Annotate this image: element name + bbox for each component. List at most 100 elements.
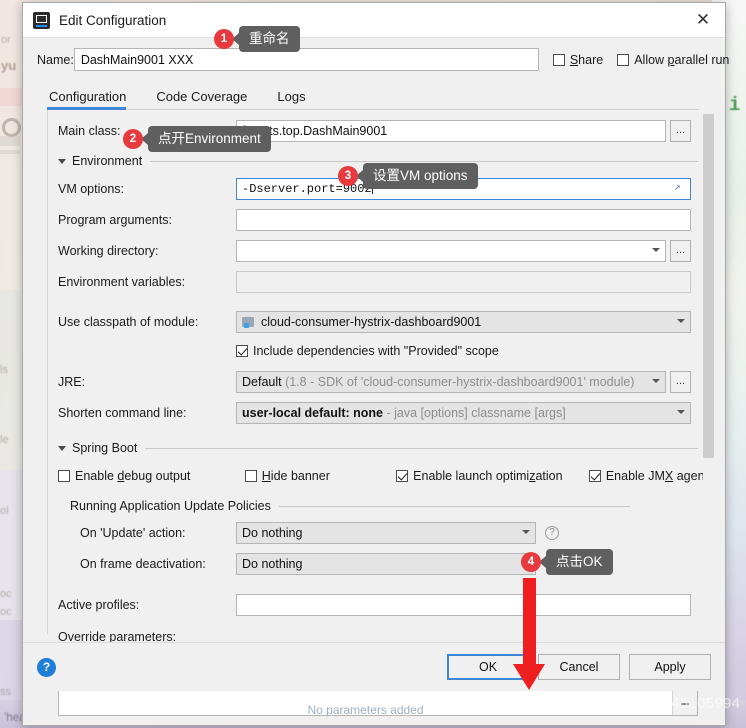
main-class-browse-button[interactable]: ... xyxy=(670,119,691,142)
allow-parallel-run-checkbox[interactable]: Allow parallel run xyxy=(617,53,729,67)
module-icon xyxy=(242,316,255,328)
chevron-down-icon xyxy=(677,409,685,414)
jre-combo[interactable]: Default (1.8 - SDK of 'cloud-consumer-hy… xyxy=(236,370,666,393)
annotation-number: 1 xyxy=(214,29,234,49)
annotation-number: 2 xyxy=(123,129,143,149)
include-dependencies-checkbox[interactable]: Include dependencies with "Provided" sco… xyxy=(236,344,499,358)
scrollbar-thumb[interactable] xyxy=(703,114,714,458)
backdrop-tab xyxy=(0,88,22,106)
ghost-text: ol xyxy=(0,505,9,517)
ghost-text: yu xyxy=(1,58,17,73)
apply-button[interactable]: Apply xyxy=(629,654,711,680)
enable-launch-optimization-label: Enable launch optimization xyxy=(413,468,563,483)
expand-icon[interactable]: ↗ xyxy=(674,182,686,195)
hide-banner-checkbox[interactable]: Hide banner xyxy=(244,469,396,483)
active-profiles-input[interactable] xyxy=(236,593,691,616)
program-arguments-input[interactable] xyxy=(236,208,691,231)
checkbox-box xyxy=(552,53,565,66)
annotation-number: 3 xyxy=(338,166,358,186)
on-frame-deactivation-label: On frame deactivation: xyxy=(80,556,206,571)
cancel-button[interactable]: Cancel xyxy=(538,654,620,680)
use-classpath-label: Use classpath of module: xyxy=(58,314,199,329)
on-frame-deactivation-combo[interactable]: Do nothing xyxy=(236,552,536,575)
backdrop-chip xyxy=(0,136,20,146)
working-directory-combo[interactable] xyxy=(236,239,666,262)
help-icon[interactable]: ? xyxy=(37,657,56,677)
chevron-down-icon[interactable] xyxy=(58,445,66,451)
chevron-down-icon[interactable] xyxy=(58,158,66,164)
ghost-text: oc xyxy=(0,606,12,618)
spring-boot-section-label: Spring Boot xyxy=(72,441,138,455)
section-divider xyxy=(145,447,698,449)
jre-browse-button[interactable]: ... xyxy=(670,370,691,393)
tab-code-coverage[interactable]: Code Coverage xyxy=(154,89,261,109)
vm-options-label: VM options: xyxy=(58,181,125,196)
backdrop-chip xyxy=(0,150,20,154)
gear-icon xyxy=(2,118,21,137)
include-dependencies-label: Include dependencies with "Provided" sco… xyxy=(253,343,499,358)
checkbox-box xyxy=(588,469,601,482)
use-classpath-row: Use classpath of module: cloud-consumer-… xyxy=(58,310,708,333)
ghost-text: le xyxy=(0,434,9,446)
section-divider xyxy=(278,505,630,507)
help-icon[interactable]: ? xyxy=(545,525,559,540)
enable-launch-optimization-checkbox[interactable]: Enable launch optimization xyxy=(396,469,589,483)
shorten-command-line-value: user-local default: none xyxy=(242,405,383,420)
panel-scrollbar[interactable] xyxy=(703,114,714,630)
use-classpath-combo[interactable]: cloud-consumer-hystrix-dashboard9001 xyxy=(236,310,691,333)
jre-hint: (1.8 - SDK of 'cloud-consumer-hystrix-da… xyxy=(285,374,635,389)
shorten-command-line-row: Shorten command line: user-local default… xyxy=(58,401,708,424)
ghost-text: i xyxy=(729,94,741,116)
ghost-text: ls xyxy=(0,364,8,376)
annotation-callout-4: 4 点击OK xyxy=(521,549,613,575)
environment-variables-label: Environment variables: xyxy=(58,274,186,289)
jre-value: Default xyxy=(242,374,282,389)
on-update-action-value: Do nothing xyxy=(242,525,303,540)
share-checkbox[interactable]: Share xyxy=(552,52,604,67)
edit-configuration-dialog: Edit Configuration ✕ Name: DashMain9001 … xyxy=(22,2,729,726)
spring-boot-section-header[interactable]: Spring Boot xyxy=(58,441,698,455)
checkbox-box xyxy=(244,469,257,482)
jre-row: JRE: Default (1.8 - SDK of 'cloud-consum… xyxy=(58,370,708,393)
annotation-text: 点击OK xyxy=(546,549,613,575)
chevron-down-icon xyxy=(677,318,685,323)
chevron-down-icon xyxy=(652,378,660,383)
ghost-text: ss xyxy=(0,686,11,698)
close-icon[interactable]: ✕ xyxy=(681,3,725,37)
arrow-head xyxy=(513,664,545,690)
on-update-action-label: On 'Update' action: xyxy=(80,525,186,540)
on-update-action-combo[interactable]: Do nothing xyxy=(236,521,536,544)
include-dependencies-row: Include dependencies with "Provided" sco… xyxy=(58,339,708,362)
annotation-callout-1: 1 重命名 xyxy=(214,26,300,52)
checkbox-box xyxy=(236,344,248,357)
program-arguments-row: Program arguments: xyxy=(58,208,708,231)
share-label: Share xyxy=(569,52,604,67)
tab-bar: Configuration Code Coverage Logs xyxy=(47,83,699,110)
shorten-command-line-hint: - java [options] classname [args] xyxy=(386,405,566,420)
enable-jmx-agent-checkbox[interactable]: Enable JMX agent xyxy=(588,468,708,483)
working-directory-browse-button[interactable]: ... xyxy=(670,239,691,262)
annotation-arrow xyxy=(513,578,546,690)
annotation-callout-2: 2 点开Environment xyxy=(123,126,271,152)
checkbox-box xyxy=(396,469,409,482)
tab-configuration[interactable]: Configuration xyxy=(47,89,140,110)
enable-debug-output-checkbox[interactable]: Enable debug output xyxy=(58,469,245,483)
environment-variables-row: Environment variables: xyxy=(58,270,708,293)
active-profiles-row: Active profiles: xyxy=(58,593,708,616)
ghost-text: oc xyxy=(0,588,12,600)
name-row: Name: DashMain9001 XXX Share Allow paral… xyxy=(23,38,729,71)
annotation-number: 4 xyxy=(521,552,541,572)
update-policies-section-header: Running Application Update Policies xyxy=(70,499,630,513)
environment-section-label: Environment xyxy=(72,154,143,168)
update-policies-section-label: Running Application Update Policies xyxy=(70,499,271,513)
environment-variables-input[interactable] xyxy=(236,270,691,293)
on-frame-deactivation-row: On frame deactivation: Do nothing ? xyxy=(80,552,708,575)
name-row-options: Share Allow parallel run xyxy=(552,52,729,67)
name-input[interactable]: DashMain9001 XXX xyxy=(73,48,539,71)
enable-jmx-agent-label: Enable JMX agent xyxy=(605,468,708,483)
tab-logs[interactable]: Logs xyxy=(275,89,319,109)
dialog-title: Edit Configuration xyxy=(59,12,167,28)
main-class-input[interactable]: fatcats.top.DashMain9001 xyxy=(236,119,666,142)
spring-boot-options-row: Enable debug output Hide banner Enable l… xyxy=(58,464,708,487)
shorten-command-line-combo[interactable]: user-local default: none - java [options… xyxy=(236,401,691,424)
